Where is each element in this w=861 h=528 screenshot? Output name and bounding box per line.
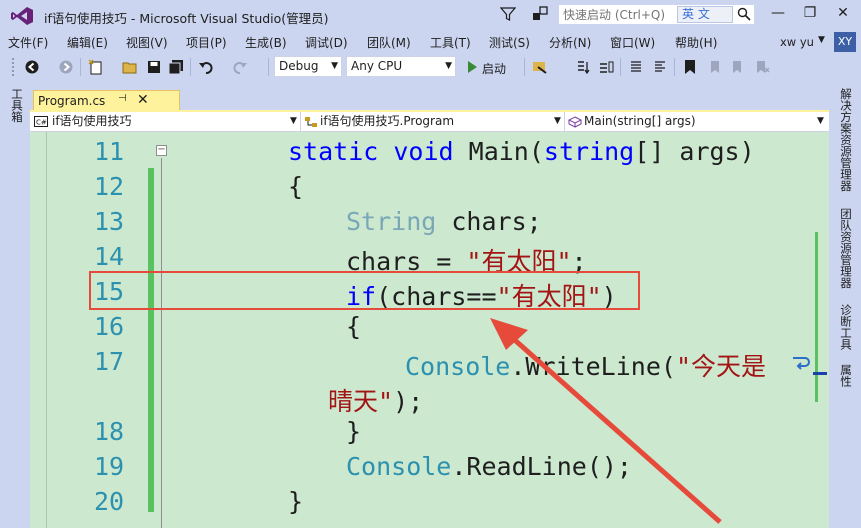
annotation-arrow-icon — [490, 318, 722, 524]
